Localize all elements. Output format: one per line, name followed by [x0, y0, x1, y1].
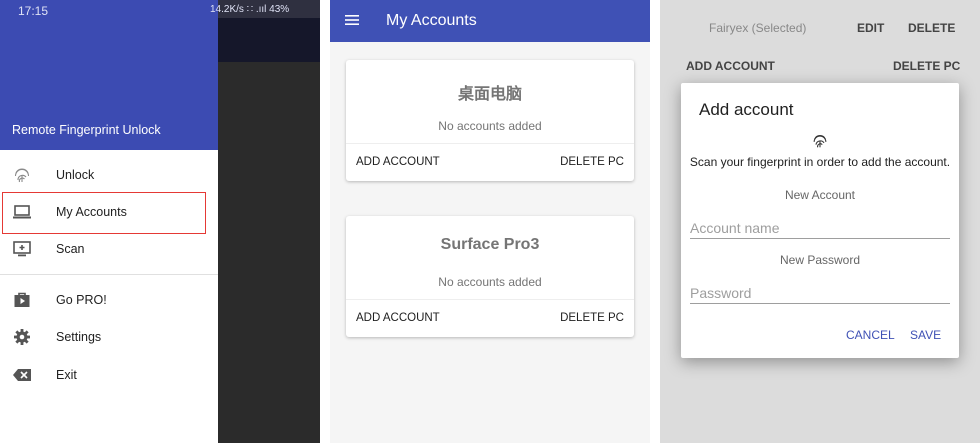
card-divider	[346, 299, 634, 300]
new-account-label: New Account	[784, 188, 856, 202]
nav-item-label: Unlock	[56, 168, 95, 182]
gear-icon	[14, 329, 30, 345]
panel-gap	[650, 0, 660, 443]
nav-item-my-accounts[interactable]: My Accounts	[0, 193, 218, 231]
nav-item-unlock[interactable]: Unlock	[0, 156, 218, 194]
add-account-button[interactable]: ADD ACCOUNT	[356, 312, 440, 324]
nav-item-settings[interactable]: Settings	[0, 318, 218, 356]
delete-pc-button[interactable]: DELETE PC	[560, 312, 624, 324]
add-account-screen: Fairyex (Selected) EDIT DELETE ADD ACCOU…	[660, 0, 980, 443]
page-title: My Accounts	[386, 12, 477, 29]
nav-item-label: Exit	[56, 368, 77, 382]
background-toolbar	[218, 18, 320, 62]
card-divider	[346, 143, 634, 144]
account-name-input[interactable]	[690, 217, 950, 239]
account-name: Fairyex (Selected)	[709, 21, 807, 35]
fingerprint-icon	[14, 168, 30, 183]
nav-divider	[0, 274, 218, 275]
navigation-drawer-screen: Remote Fingerprint Unlock Unlock My Acco…	[0, 0, 320, 443]
password-input[interactable]	[690, 282, 950, 304]
status-indicators: 14.2K/s ∷ .ııl 43%	[210, 4, 290, 15]
dialog-title: Add account	[699, 100, 794, 119]
account-row: Fairyex (Selected) EDIT DELETE	[660, 21, 980, 39]
nav-item-scan[interactable]: Scan	[0, 230, 218, 268]
shop-icon	[14, 292, 30, 307]
nav-item-label: Scan	[56, 242, 85, 256]
add-account-button[interactable]: ADD ACCOUNT	[356, 156, 440, 168]
empty-accounts-text: No accounts added	[438, 275, 542, 289]
fingerprint-icon	[813, 135, 827, 148]
pc-name: Surface Pro3	[440, 236, 540, 253]
status-bar: 17:15 14.2K/s ∷ .ııl 43%	[0, 0, 320, 20]
drawer-title: Remote Fingerprint Unlock	[12, 123, 161, 137]
laptop-icon	[13, 205, 31, 219]
drawer-header: Remote Fingerprint Unlock	[0, 0, 218, 150]
new-password-label: New Password	[779, 253, 861, 267]
pc-card: 桌面电脑 No accounts added ADD ACCOUNT DELET…	[346, 60, 634, 181]
nav-item-label: Settings	[56, 330, 102, 344]
nav-item-label: Go PRO!	[56, 293, 107, 307]
app-bar: My Accounts	[330, 0, 650, 42]
status-time: 17:15	[18, 4, 49, 18]
pc-name: 桌面电脑	[457, 86, 522, 103]
pc-card: Surface Pro3 No accounts added ADD ACCOU…	[346, 216, 634, 337]
add-account-dialog: Add account Scan your fingerprint in ord…	[681, 83, 959, 358]
delete-pc-button[interactable]: DELETE PC	[893, 59, 960, 73]
add-screen-icon	[13, 241, 31, 257]
navigation-drawer: Remote Fingerprint Unlock Unlock My Acco…	[0, 0, 218, 443]
nav-item-label: My Accounts	[56, 205, 127, 219]
dialog-message: Scan your fingerprint in order to add th…	[689, 155, 951, 169]
edit-button[interactable]: EDIT	[857, 21, 884, 35]
empty-accounts-text: No accounts added	[438, 119, 542, 133]
delete-account-button[interactable]: DELETE	[908, 21, 955, 35]
panel-gap	[320, 0, 330, 443]
nav-item-exit[interactable]: Exit	[0, 356, 218, 394]
cancel-button[interactable]: CANCEL	[846, 328, 895, 342]
hamburger-menu-icon[interactable]	[344, 12, 360, 28]
nav-item-go-pro[interactable]: Go PRO!	[0, 281, 218, 319]
add-account-button[interactable]: ADD ACCOUNT	[686, 59, 775, 73]
my-accounts-screen: My Accounts 桌面电脑 No accounts added ADD A…	[330, 0, 650, 443]
save-button[interactable]: SAVE	[910, 328, 941, 342]
delete-pc-button[interactable]: DELETE PC	[560, 156, 624, 168]
backspace-icon	[13, 369, 31, 381]
card-actions-row: ADD ACCOUNT DELETE PC	[660, 59, 980, 77]
